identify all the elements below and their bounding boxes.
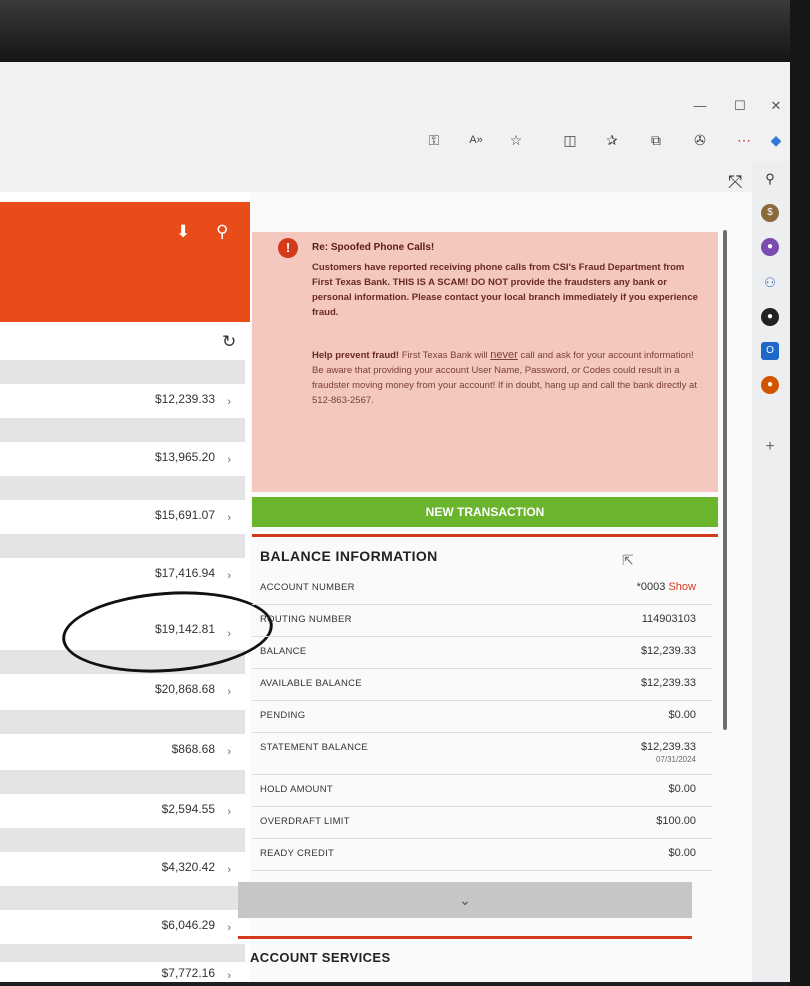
chevron-right-icon: › [227,512,231,524]
transactions-header: ⬇ ⚲ [0,202,250,322]
download-icon[interactable]: ⬇ [176,222,190,242]
transaction-amount: $2,594.55 [161,802,215,816]
transaction-row[interactable]: $17,416.94 › [0,534,245,594]
favorites-icon[interactable]: ✰ [602,130,622,150]
balance-row-account-number: ACCOUNT NUMBER *0003 Show [252,572,712,605]
banking-page: ⬇ ⚲ ↻ $12,239.33 › $13,965.20 › $15,691.07… [0,192,752,982]
transaction-row[interactable]: $7,772.16 › [0,944,245,982]
copilot-icon[interactable]: ◆ [766,130,786,150]
balance-row-balance: BALANCE $12,239.33 [252,636,712,669]
new-transaction-button[interactable]: NEW TRANSACTION [252,497,718,527]
search-icon[interactable]: ⚲ [761,170,779,188]
monitor-bezel-right [790,0,810,986]
split-screen-icon[interactable]: ◫ [560,130,580,150]
gear-icon[interactable]: ⚙ [726,980,737,982]
favorite-star-icon[interactable]: ☆ [506,130,526,150]
people-icon[interactable]: ⚇ [761,274,779,292]
chevron-down-icon: ⌄ [459,892,471,908]
alert-help-text: Help prevent fraud! First Texas Bank wil… [312,348,704,408]
chevron-right-icon: › [227,396,231,408]
account-number-value: *0003 [636,581,666,593]
close-window-icon[interactable]: ✕ [762,96,790,116]
balance-row-routing-number: ROUTING NUMBER 114903103 [252,604,712,637]
browser-sidebar: ⚲ $ ● ⚇ ● O ● + [752,162,790,982]
alert-title: Re: Spoofed Phone Calls! [312,242,435,253]
chevron-right-icon: › [227,454,231,466]
expand-balance-button[interactable]: ⌄ [238,882,692,918]
transaction-amount: $6,046.29 [161,918,215,932]
balance-row-ready-credit: READY CREDIT $0.00 [252,838,712,871]
transaction-row[interactable]: $6,046.29 › [0,886,245,946]
transaction-amount: $868.68 [171,742,215,756]
transaction-amount: $20,868.68 [154,682,215,696]
balance-row-overdraft-limit: OVERDRAFT LIMIT $100.00 [252,806,712,839]
shopping-icon[interactable]: $ [761,204,779,222]
games-icon[interactable]: ● [761,308,779,326]
monitor-bezel-top [0,0,810,62]
transaction-amount: $13,965.20 [154,450,215,464]
chevron-right-icon: › [227,686,231,698]
transaction-row[interactable]: $4,320.42 › [0,828,245,888]
tools-icon[interactable]: ● [761,238,779,256]
fraud-alert-box: ! Re: Spoofed Phone Calls! Customers hav… [252,232,718,492]
minimize-icon[interactable]: — [686,96,714,116]
chevron-right-icon: › [227,970,231,982]
transaction-row[interactable]: $2,594.55 › [0,770,245,830]
browser-window: — ☐ ✕ ⚿ A» ☆ ◫ ✰ ⧉ ✇ ⋯ ◆ ⤧ ⚲ $ ● ⚇ ● O ●… [0,62,790,982]
key-icon[interactable]: ⚿ [424,130,444,150]
maximize-icon[interactable]: ☐ [726,96,754,116]
transaction-row[interactable]: $13,965.20 › [0,418,245,478]
scroll-thumb[interactable] [723,230,727,730]
transaction-amount: $12,239.33 [154,392,215,406]
collections-icon[interactable]: ⧉ [646,130,666,150]
help-pre: First Texas Bank will [401,350,488,361]
alert-body: Customers have reported receiving phone … [312,262,698,318]
alert-icon: ! [278,238,298,258]
divider [238,936,692,939]
balance-row-available-balance: AVAILABLE BALANCE $12,239.33 [252,668,712,701]
refresh-icon[interactable]: ↻ [222,332,236,352]
divider [252,534,718,537]
extensions-icon[interactable]: ✇ [690,130,710,150]
outlook-icon[interactable]: O [761,342,779,360]
chevron-right-icon: › [227,806,231,818]
balance-row-hold-amount: HOLD AMOUNT $0.00 [252,774,712,807]
transaction-row[interactable]: $868.68 › [0,710,245,770]
account-details-panel: ! Re: Spoofed Phone Calls! Customers hav… [238,192,718,982]
chevron-right-icon: › [227,570,231,582]
browser-toolbar: ⚿ A» ☆ ◫ ✰ ⧉ ✇ ⋯ ◆ [0,122,790,158]
help-never: never [490,349,518,361]
transaction-amount: $17,416.94 [154,566,215,580]
read-aloud-icon[interactable]: A» [466,130,486,150]
search-icon[interactable]: ⚲ [216,222,228,242]
transactions-panel: ⬇ ⚲ ↻ $12,239.33 › $13,965.20 › $15,691.07… [0,192,276,982]
transaction-row[interactable]: $15,691.07 › [0,476,245,536]
transaction-amount: $15,691.07 [154,508,215,522]
close-panel-icon[interactable]: ⤧ [728,172,742,193]
chevron-right-icon: › [227,746,231,758]
page-scrollbar[interactable] [720,210,730,970]
transaction-amount: $7,772.16 [161,966,215,980]
chevron-right-icon: › [227,922,231,934]
balance-information-title: BALANCE INFORMATION [260,548,438,564]
statement-date: 07/31/2024 [655,755,696,764]
balance-row-statement-balance: STATEMENT BALANCE $12,239.33 07/31/2024 [252,732,712,775]
show-account-link[interactable]: Show [668,581,696,593]
balance-row-pending: PENDING $0.00 [252,700,712,733]
title-bar: — ☐ ✕ [0,90,790,122]
account-services-title: ACCOUNT SERVICES [250,950,391,965]
help-lead: Help prevent fraud! [312,350,400,361]
add-icon[interactable]: + [761,438,779,456]
transaction-row[interactable]: $12,239.33 › [0,360,245,420]
chevron-right-icon: › [227,864,231,876]
transaction-amount: $4,320.42 [161,860,215,874]
games-icon[interactable]: ⋯ [734,130,754,150]
mouse-cursor-icon: ⇱ [622,552,634,568]
office-icon[interactable]: ● [761,376,779,394]
